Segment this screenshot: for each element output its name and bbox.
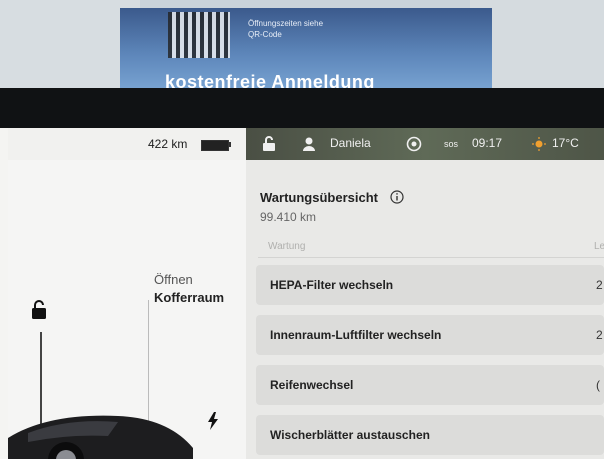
outside-temperature: 17°C — [552, 136, 579, 150]
poster-note: Öffnungszeiten siehe QR-Code — [248, 19, 324, 39]
range-readout: 422 km — [148, 137, 188, 151]
vehicle-render-image — [8, 415, 193, 459]
status-bar: 422 km Daniela sos 09:17 17°C — [8, 128, 604, 160]
status-bar-left: 422 km — [8, 128, 246, 160]
clock-time: 09:17 — [472, 136, 503, 150]
row-label: Reifenwechsel — [270, 378, 354, 392]
unlock-icon[interactable] — [262, 136, 276, 152]
maintenance-row-tire-change[interactable]: Reifenwechsel ( — [256, 365, 604, 405]
row-label: Innenraum-Luftfilter wechseln — [270, 328, 442, 342]
odometer-reading: 99.410 km — [260, 210, 317, 224]
qr-code-image — [168, 12, 230, 58]
driver-profile-name[interactable]: Daniela — [330, 136, 371, 150]
row-label: Wischerblätter austauschen — [270, 428, 430, 442]
battery-icon — [201, 140, 229, 151]
column-header-task: Wartung — [268, 241, 306, 252]
maintenance-row-cabin-filter[interactable]: Innenraum-Luftfilter wechseln 2 — [256, 315, 604, 355]
battery-tip — [229, 142, 231, 147]
maintenance-panel: Wartungsübersicht 99.410 km Wartung Le H… — [246, 160, 604, 459]
info-icon[interactable] — [390, 190, 404, 204]
vehicle-touchscreen: 422 km Daniela sos 09:17 17°C Öffnen Kof… — [8, 128, 604, 459]
row-value: ( — [596, 378, 600, 392]
maintenance-title: Wartungsübersicht — [260, 190, 378, 205]
door-unlocked-icon[interactable] — [30, 300, 48, 320]
column-header-last: Le — [594, 241, 604, 252]
sun-icon — [532, 137, 546, 151]
trunk-open-action[interactable]: Öffnen — [154, 272, 193, 287]
driver-profile-icon[interactable] — [302, 136, 316, 152]
maintenance-row-hepa[interactable]: HEPA-Filter wechseln 2 — [256, 265, 604, 305]
row-value: 2 — [596, 328, 603, 342]
trunk-label[interactable]: Kofferraum — [154, 290, 224, 305]
vehicle-view-panel: Öffnen Kofferraum — [8, 160, 246, 459]
row-value: 2 — [596, 278, 603, 292]
maintenance-table-header: Wartung Le — [258, 235, 604, 258]
row-label: HEPA-Filter wechseln — [270, 278, 394, 292]
wall-left — [0, 0, 140, 92]
charge-port-icon[interactable] — [207, 412, 219, 430]
screen-bezel — [0, 88, 604, 128]
sos-button[interactable]: sos — [444, 139, 458, 149]
dashcam-icon[interactable] — [406, 136, 422, 152]
status-bar-right: Daniela sos 09:17 17°C — [246, 128, 604, 160]
background-photo-area: Öffnungszeiten siehe QR-Code kostenfreie… — [0, 0, 604, 92]
maintenance-row-wiper-blades[interactable]: Wischerblätter austauschen — [256, 415, 604, 455]
